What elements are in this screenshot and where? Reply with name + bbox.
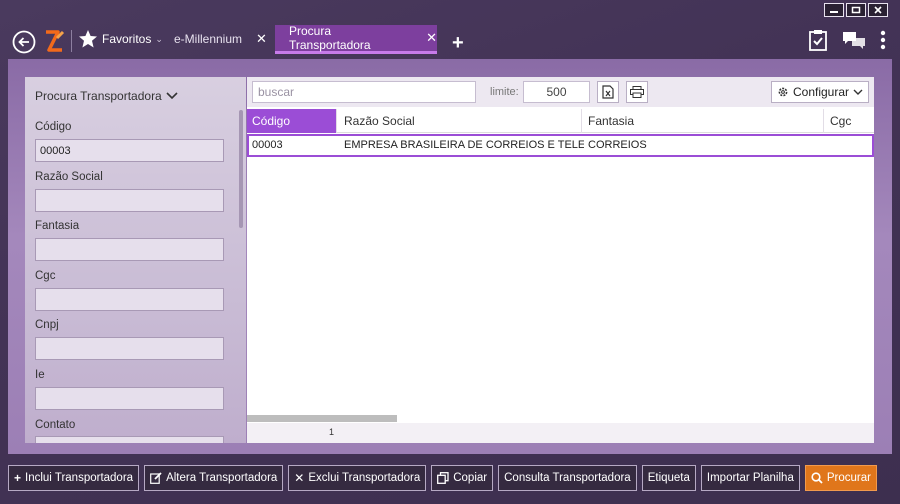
tab-procura-transportadora[interactable]: Procura Transportadora ✕ bbox=[275, 24, 437, 54]
top-right-icons bbox=[808, 29, 886, 51]
edit-icon bbox=[150, 472, 162, 484]
search-input[interactable]: buscar bbox=[252, 81, 476, 103]
close-tab-icon[interactable]: ✕ bbox=[426, 30, 437, 46]
importar-planilha-button[interactable]: Importar Planilha bbox=[700, 465, 800, 491]
copiar-button[interactable]: Copiar bbox=[431, 465, 494, 491]
column-header-razao-social[interactable]: Razão Social bbox=[339, 109, 582, 133]
star-icon bbox=[79, 30, 97, 48]
codigo-field[interactable]: 00003 bbox=[35, 139, 224, 162]
favorites-label: Favoritos bbox=[102, 32, 152, 46]
column-header-cgc[interactable]: Cgc bbox=[825, 109, 874, 133]
cnpj-field[interactable] bbox=[35, 337, 224, 360]
razao-social-label: Razão Social bbox=[35, 171, 103, 183]
cell-razao-social: EMPRESA BRASILEIRA DE CORREIOS E TELEG..… bbox=[344, 139, 584, 151]
filter-panel-header[interactable]: Procura Transportadora bbox=[35, 89, 178, 103]
button-label: Procurar bbox=[826, 472, 871, 484]
app-logo-icon[interactable] bbox=[43, 29, 65, 56]
limite-input[interactable]: 500 bbox=[523, 81, 590, 103]
separator bbox=[71, 30, 72, 52]
cnpj-label: Cnpj bbox=[35, 319, 59, 331]
column-header-codigo[interactable]: Código bbox=[247, 109, 337, 133]
close-icon[interactable] bbox=[868, 3, 888, 17]
search-icon bbox=[811, 472, 823, 484]
button-label: Altera Transportadora bbox=[166, 472, 278, 484]
ie-label: Ie bbox=[35, 369, 45, 381]
configurar-button[interactable]: Configurar bbox=[771, 81, 869, 103]
consulta-transportadora-button[interactable]: Consulta Transportadora bbox=[498, 465, 637, 491]
top-bar: Favoritos ⌄ e-Millennium ✕ Procura Trans… bbox=[0, 24, 900, 57]
chevron-down-icon bbox=[853, 89, 863, 95]
button-label: Importar Planilha bbox=[706, 472, 794, 484]
action-bar: + Inclui Transportadora Altera Transport… bbox=[8, 465, 877, 491]
print-icon[interactable] bbox=[626, 81, 648, 103]
maximize-icon[interactable] bbox=[846, 3, 866, 17]
tab-e-millennium[interactable]: e-Millennium ✕ bbox=[174, 31, 267, 47]
horizontal-scrollbar[interactable] bbox=[247, 415, 397, 422]
gear-icon bbox=[778, 87, 788, 97]
contato-label: Contato bbox=[35, 419, 76, 431]
tab-label: e-Millennium bbox=[174, 32, 243, 46]
codigo-label: Código bbox=[35, 121, 72, 133]
fantasia-label: Fantasia bbox=[35, 220, 80, 232]
column-header-fantasia[interactable]: Fantasia bbox=[583, 109, 824, 133]
fantasia-field[interactable] bbox=[35, 238, 224, 261]
exclui-transportadora-button[interactable]: ✕ Exclui Transportadora bbox=[288, 465, 427, 491]
back-arrow-icon[interactable] bbox=[12, 30, 36, 57]
ie-field[interactable] bbox=[35, 387, 224, 410]
scrollbar[interactable] bbox=[239, 110, 243, 228]
razao-social-field[interactable] bbox=[35, 189, 224, 212]
export-excel-icon[interactable] bbox=[597, 81, 619, 103]
window-controls bbox=[824, 3, 888, 17]
tab-label: Procura Transportadora bbox=[289, 24, 371, 52]
button-label: Etiqueta bbox=[647, 472, 690, 484]
limite-label: limite: bbox=[490, 86, 519, 98]
cgc-field[interactable] bbox=[35, 288, 224, 311]
more-vertical-icon[interactable] bbox=[880, 30, 886, 50]
table-row[interactable]: 00003 EMPRESA BRASILEIRA DE CORREIOS E T… bbox=[247, 134, 874, 157]
add-tab-icon[interactable]: + bbox=[452, 33, 464, 53]
page-number[interactable]: 1 bbox=[329, 427, 334, 437]
cell-codigo: 00003 bbox=[252, 139, 283, 151]
cell-fantasia: CORREIOS bbox=[588, 139, 647, 151]
etiqueta-button[interactable]: Etiqueta bbox=[641, 465, 696, 491]
procurar-button[interactable]: Procurar bbox=[804, 465, 877, 491]
inclui-transportadora-button[interactable]: + Inclui Transportadora bbox=[8, 465, 140, 491]
clipboard-check-icon[interactable] bbox=[808, 29, 828, 51]
favorites-menu[interactable]: Favoritos ⌄ bbox=[78, 29, 163, 49]
grid-header: Código Razão Social Fantasia Cgc bbox=[247, 109, 874, 133]
plus-icon: + bbox=[14, 471, 22, 485]
button-label: Exclui Transportadora bbox=[308, 472, 421, 484]
button-label: Consulta Transportadora bbox=[504, 472, 631, 484]
altera-transportadora-button[interactable]: Altera Transportadora bbox=[144, 465, 284, 491]
chevron-down-icon bbox=[166, 92, 178, 100]
main-area: Procura Transportadora Código 00003 Razã… bbox=[8, 59, 892, 454]
pager: 1 bbox=[247, 423, 874, 443]
chevron-down-icon: ⌄ bbox=[155, 33, 163, 44]
grid-toolbar: buscar limite: 500 Configurar bbox=[247, 77, 874, 107]
filter-panel-title: Procura Transportadora bbox=[35, 89, 162, 103]
x-icon: ✕ bbox=[294, 471, 305, 485]
button-label: Inclui Transportadora bbox=[25, 472, 134, 484]
configurar-label: Configurar bbox=[792, 85, 850, 99]
contato-field[interactable] bbox=[35, 436, 224, 443]
button-label: Copiar bbox=[453, 472, 488, 484]
filter-panel: Procura Transportadora Código 00003 Razã… bbox=[25, 77, 246, 443]
close-tab-icon[interactable]: ✕ bbox=[256, 31, 267, 47]
results-grid: buscar limite: 500 Configurar Código Raz… bbox=[247, 77, 874, 443]
copy-icon bbox=[437, 472, 449, 484]
chat-icon[interactable] bbox=[842, 30, 866, 50]
minimize-icon[interactable] bbox=[824, 3, 844, 17]
cgc-label: Cgc bbox=[35, 270, 56, 282]
